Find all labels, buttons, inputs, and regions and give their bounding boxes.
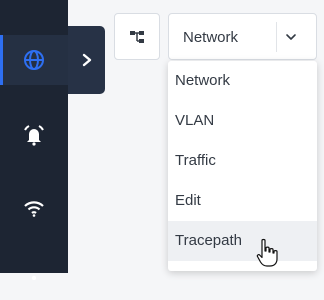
topology-view-button[interactable]: [114, 13, 160, 60]
topology-tree-icon: [130, 30, 144, 43]
option-traffic[interactable]: Traffic: [168, 141, 317, 181]
sidebar-item-alarms[interactable]: [0, 110, 68, 160]
option-vlan[interactable]: VLAN: [168, 101, 317, 141]
more-icon: [31, 275, 37, 280]
sidebar-collapse-toggle[interactable]: [68, 26, 105, 94]
hand-pointer-cursor: [256, 238, 278, 267]
chevron-right-icon: [82, 53, 91, 67]
alarm-bell-icon: [24, 125, 44, 146]
view-select-value: Network: [183, 29, 239, 46]
chevron-down-icon[interactable]: [284, 30, 298, 44]
sidebar-item-more[interactable]: [0, 250, 68, 300]
wifi-icon: [24, 201, 44, 217]
sidebar-item-wireless[interactable]: [0, 183, 68, 233]
view-dropdown-menu: Network VLAN Traffic Edit Tracepath: [168, 61, 317, 271]
sidebar: [0, 0, 68, 280]
sidebar-item-network[interactable]: [0, 35, 68, 85]
globe-icon: [24, 50, 44, 70]
select-divider: [276, 22, 277, 52]
option-network[interactable]: Network: [168, 61, 317, 101]
option-tracepath[interactable]: Tracepath: [168, 221, 317, 261]
view-select[interactable]: Network: [168, 13, 317, 60]
option-edit[interactable]: Edit: [168, 181, 317, 221]
